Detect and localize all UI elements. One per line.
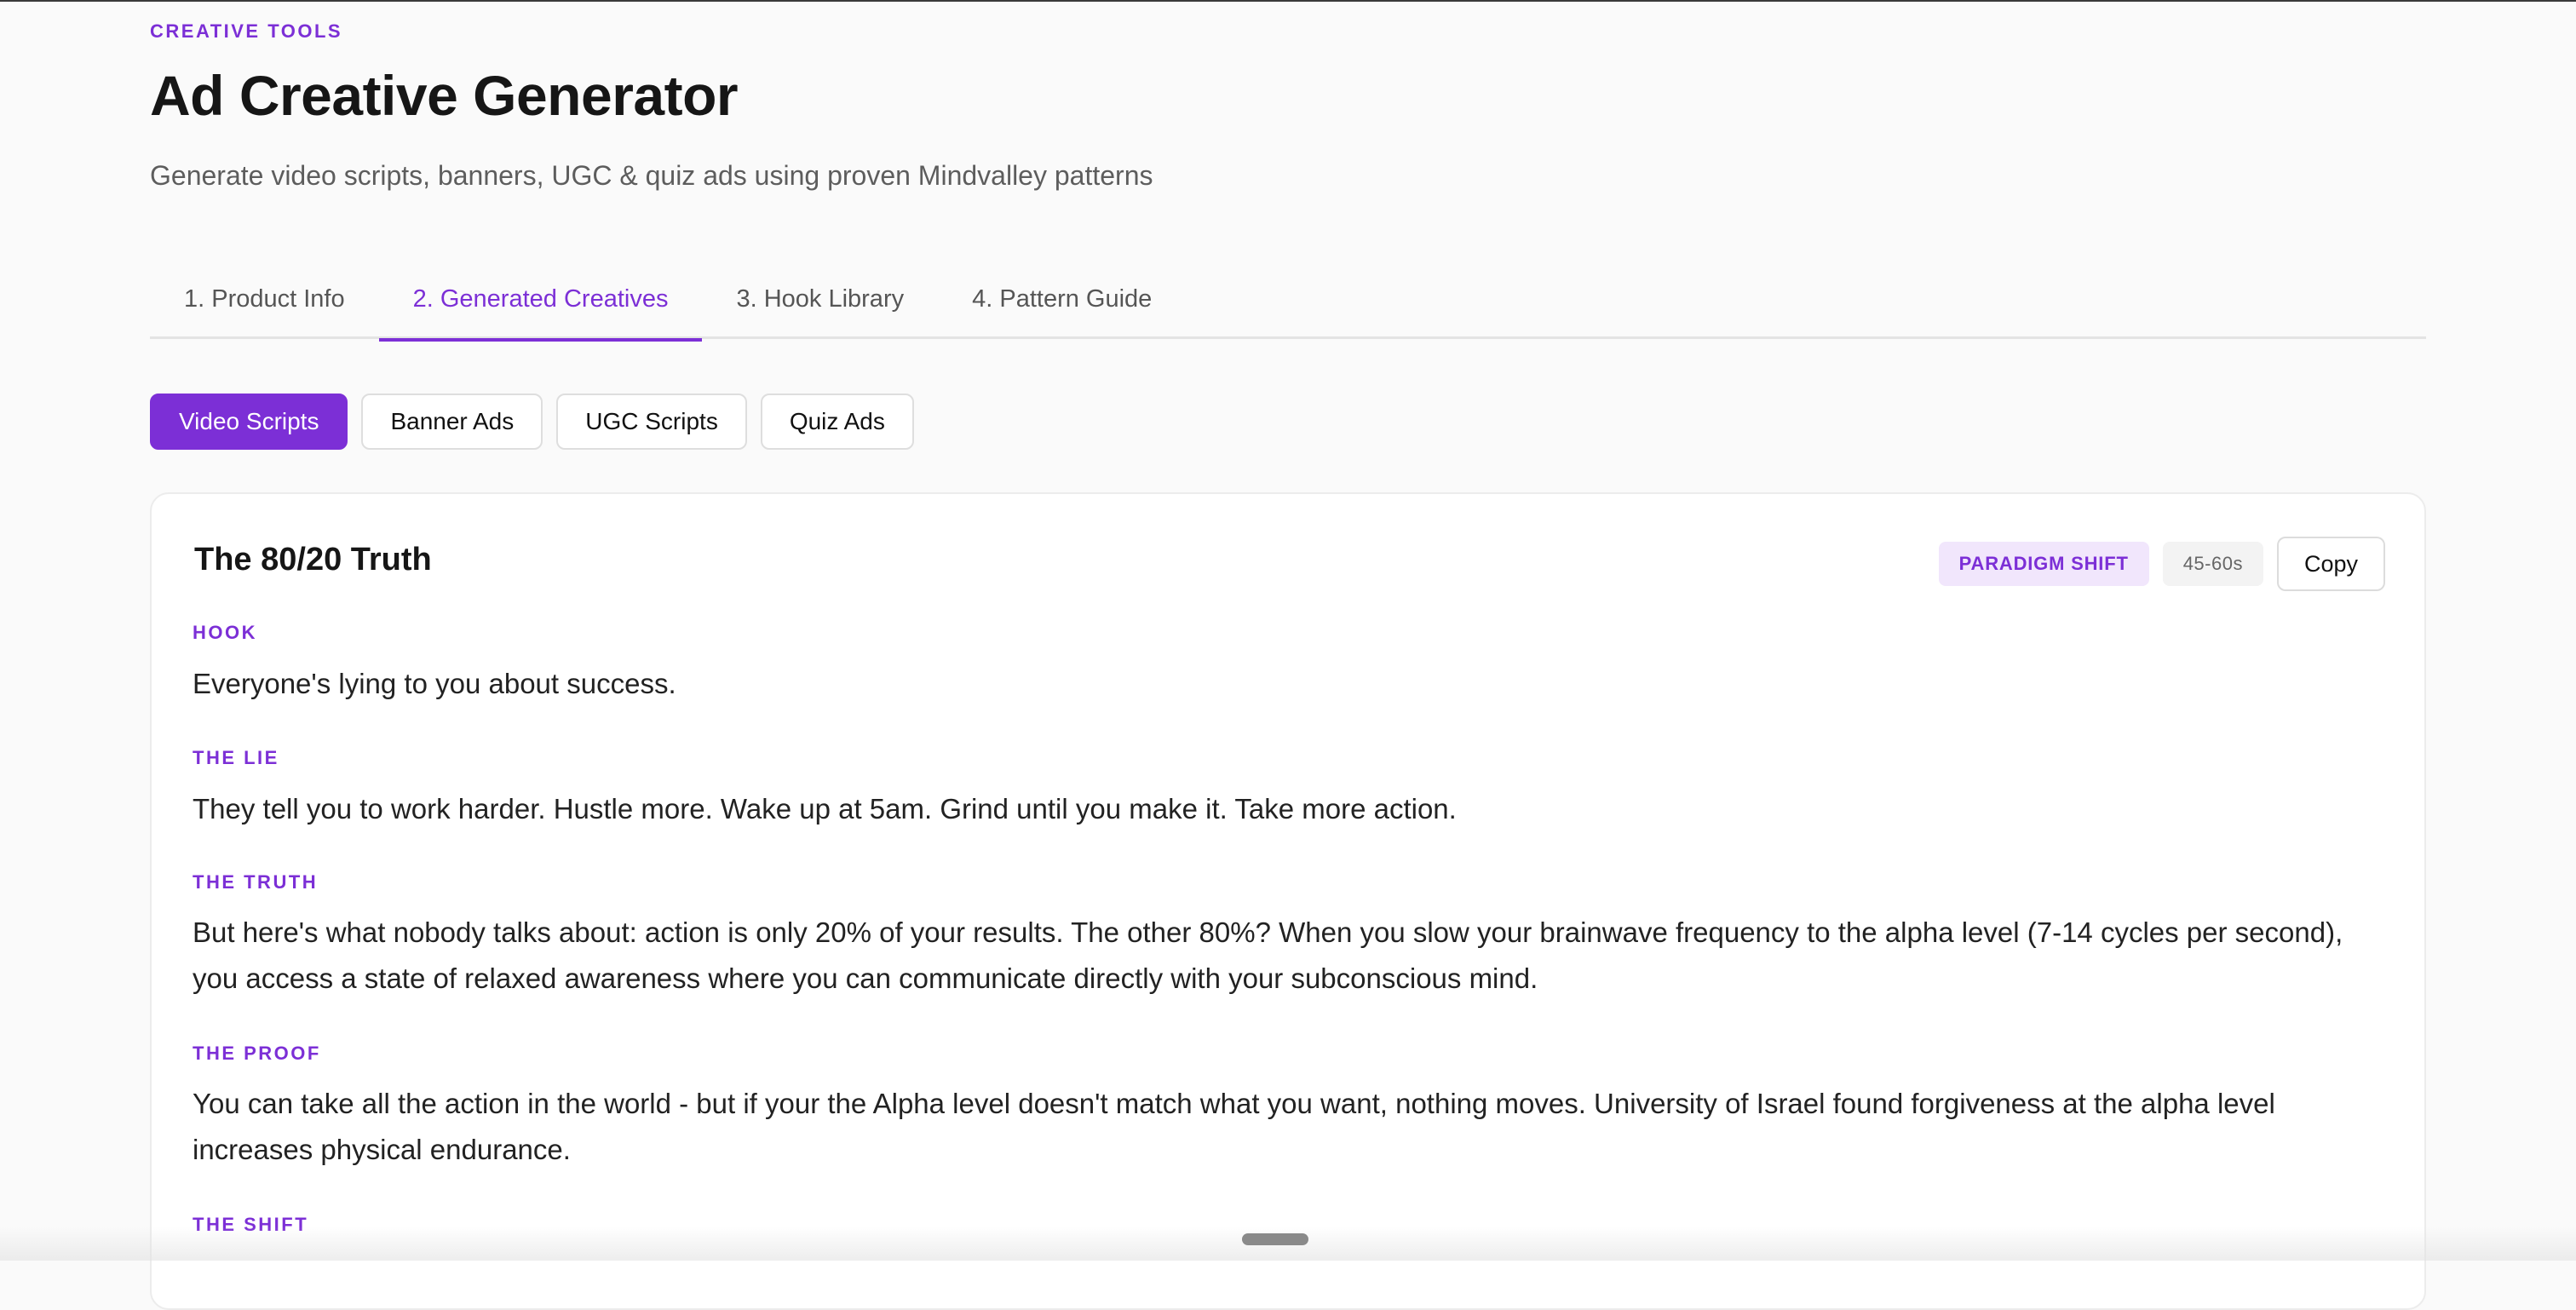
filter-quiz-ads-button[interactable]: Quiz Ads xyxy=(760,394,914,450)
main-tabs: 1. Product Info 2. Generated Creatives 3… xyxy=(150,259,2426,342)
tab-product-info[interactable]: 1. Product Info xyxy=(150,259,379,339)
page-title: Ad Creative Generator xyxy=(150,64,739,127)
script-title: The 80/20 Truth xyxy=(194,542,432,577)
tab-pattern-guide[interactable]: 4. Pattern Guide xyxy=(938,259,1186,339)
section-text-hook: Everyone's lying to you about success. xyxy=(193,668,676,699)
window-top-border xyxy=(0,0,2576,2)
pattern-badge: PARADIGM SHIFT xyxy=(1938,542,2149,586)
script-card-actions: PARADIGM SHIFT 45-60s Copy xyxy=(1938,537,2385,591)
section-label-the-truth: THE TRUTH xyxy=(193,871,319,893)
tab-generated-creatives[interactable]: 2. Generated Creatives xyxy=(378,259,703,342)
scroll-handle[interactable] xyxy=(1242,1233,1308,1245)
section-eyebrow: CREATIVE TOOLS xyxy=(150,20,343,42)
filter-video-scripts-button[interactable]: Video Scripts xyxy=(150,394,348,450)
creative-type-filters: Video Scripts Banner Ads UGC Scripts Qui… xyxy=(150,394,914,450)
filter-ugc-scripts-button[interactable]: UGC Scripts xyxy=(556,394,747,450)
copy-button[interactable]: Copy xyxy=(2276,537,2385,591)
filter-banner-ads-button[interactable]: Banner Ads xyxy=(361,394,543,450)
page-subtitle: Generate video scripts, banners, UGC & q… xyxy=(150,160,1153,191)
section-label-the-shift: THE SHIFT xyxy=(193,1214,309,1235)
section-text-the-proof: You can take all the action in the world… xyxy=(193,1088,2275,1165)
section-text-the-lie: They tell you to work harder. Hustle mor… xyxy=(193,793,1457,824)
section-label-the-proof: THE PROOF xyxy=(193,1043,321,1064)
duration-badge: 45-60s xyxy=(2162,542,2263,586)
script-card: The 80/20 Truth PARADIGM SHIFT 45-60s Co… xyxy=(150,492,2426,1310)
section-label-the-lie: THE LIE xyxy=(193,747,279,768)
tab-hook-library[interactable]: 3. Hook Library xyxy=(702,259,938,339)
section-label-hook: HOOK xyxy=(193,622,257,643)
section-text-the-truth: But here's what nobody talks about: acti… xyxy=(193,916,2343,994)
